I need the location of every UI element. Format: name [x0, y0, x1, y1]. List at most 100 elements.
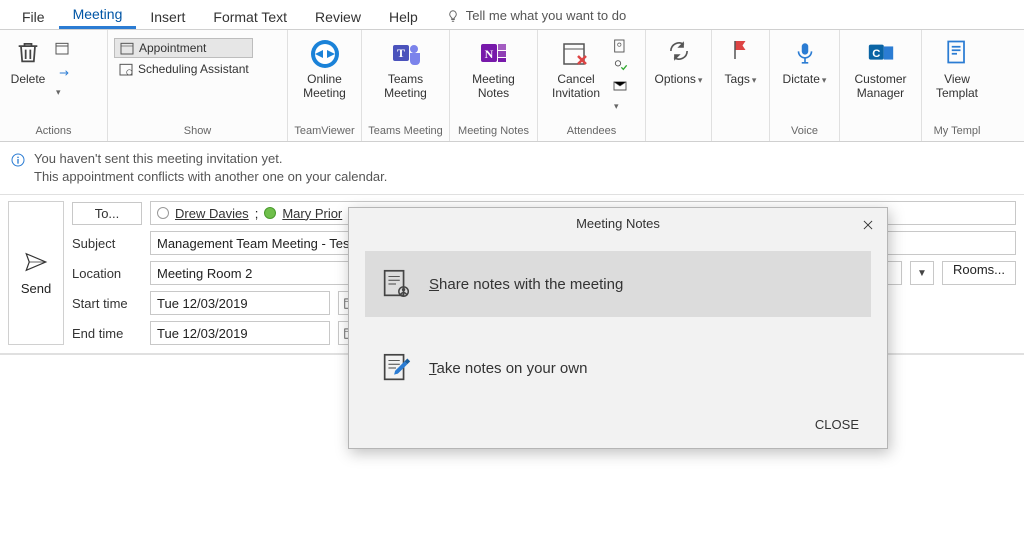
ribbon-tabstrip: File Meeting Insert Format Text Review H…: [0, 0, 1024, 30]
share-notes-label: Share notes with the meeting: [429, 276, 623, 293]
group-label-meeting-notes: Meeting Notes: [456, 123, 531, 141]
delete-button[interactable]: Delete: [6, 34, 50, 86]
group-label-teamviewer: TeamViewer: [294, 123, 355, 141]
meeting-notes-dialog: Meeting Notes Share notes with the meeti…: [348, 207, 888, 449]
delete-label: Delete: [11, 72, 46, 86]
tab-meeting[interactable]: Meeting: [59, 0, 137, 29]
customer-manager-label: Customer Manager: [854, 72, 906, 100]
group-label-tags: [718, 135, 763, 141]
response-options-icon[interactable]: ▾: [612, 78, 628, 94]
online-meeting-button[interactable]: Online Meeting: [294, 34, 355, 100]
location-label: Location: [72, 266, 142, 281]
end-time-label: End time: [72, 326, 142, 341]
view-templates-label: View Templat: [936, 72, 978, 100]
attendee-1[interactable]: Drew Davies: [175, 206, 249, 221]
customer-manager-button[interactable]: C Customer Manager: [846, 34, 915, 100]
teams-meeting-button[interactable]: T Teams Meeting: [368, 34, 443, 100]
trash-icon: [12, 38, 44, 70]
info-icon: [10, 152, 26, 168]
ribbon: Delete ▾ Actions Appointment: [0, 30, 1024, 142]
share-notes-icon: [379, 267, 413, 301]
forward-arrow-icon[interactable]: ▾: [54, 66, 70, 82]
recurrence-icon: [663, 38, 695, 70]
location-value: Meeting Room 2: [157, 266, 252, 281]
ribbon-group-teamviewer: Online Meeting TeamViewer: [288, 30, 362, 141]
tell-me-search[interactable]: Tell me what you want to do: [432, 2, 640, 29]
start-date-field[interactable]: Tue 12/03/2019: [150, 291, 330, 315]
address-book-icon[interactable]: [612, 38, 628, 54]
appointment-button[interactable]: Appointment: [114, 38, 253, 58]
scheduling-icon: [118, 61, 134, 77]
take-notes-option[interactable]: Take notes on your own: [365, 335, 871, 401]
appointment-label: Appointment: [139, 41, 206, 55]
ribbon-group-actions: Delete ▾ Actions: [0, 30, 108, 141]
group-label-show: Show: [114, 123, 281, 141]
group-label-options: [652, 135, 705, 141]
dialog-title: Meeting Notes: [576, 216, 660, 231]
to-button[interactable]: To...: [72, 202, 142, 225]
group-label-templates: My Templ: [928, 123, 986, 141]
group-label-customer: [846, 135, 915, 141]
tab-insert[interactable]: Insert: [136, 3, 199, 29]
teams-meeting-label: Teams Meeting: [384, 72, 427, 100]
location-dropdown[interactable]: ▼: [910, 261, 934, 285]
dictate-button[interactable]: Dictate▾: [776, 34, 833, 87]
outlook-customer-icon: C: [865, 38, 897, 70]
group-label-voice: Voice: [776, 123, 833, 141]
rooms-button[interactable]: Rooms...: [942, 261, 1016, 285]
ribbon-group-voice: Dictate▾ Voice: [770, 30, 840, 141]
cancel-invitation-icon: [560, 38, 592, 70]
ribbon-group-customer: C Customer Manager: [840, 30, 922, 141]
appointment-icon: [119, 40, 135, 56]
share-notes-option[interactable]: Share notes with the meeting: [365, 251, 871, 317]
info-bar: You haven't sent this meeting invitation…: [0, 142, 1024, 195]
svg-text:T: T: [396, 46, 404, 60]
flag-icon: [725, 38, 757, 70]
end-date-value: Tue 12/03/2019: [157, 326, 248, 341]
meeting-notes-label: Meeting Notes: [472, 72, 515, 100]
options-label: Options▾: [655, 72, 703, 87]
tab-review[interactable]: Review: [301, 3, 375, 29]
subject-label: Subject: [72, 236, 142, 251]
check-names-icon[interactable]: [612, 58, 628, 74]
cancel-invitation-label: Cancel Invitation: [552, 72, 600, 100]
dialog-close-button[interactable]: CLOSE: [799, 413, 875, 436]
tab-file[interactable]: File: [8, 3, 59, 29]
dictate-label: Dictate▾: [783, 72, 827, 87]
info-line-1: You haven't sent this meeting invitation…: [34, 150, 387, 168]
attendee-2[interactable]: Mary Prior: [282, 206, 342, 221]
scheduling-assistant-button[interactable]: Scheduling Assistant: [114, 60, 253, 78]
send-label: Send: [21, 281, 51, 296]
ribbon-group-attendees: Cancel Invitation ▾ Attendees: [538, 30, 646, 141]
presence-unknown-icon: [157, 207, 169, 219]
microphone-icon: [789, 38, 821, 70]
options-button[interactable]: Options▾: [652, 34, 705, 87]
tell-me-label: Tell me what you want to do: [466, 8, 626, 23]
scheduling-label: Scheduling Assistant: [138, 62, 249, 76]
meeting-notes-button[interactable]: N Meeting Notes: [456, 34, 531, 100]
lightbulb-icon: [446, 9, 460, 23]
tab-format-text[interactable]: Format Text: [199, 3, 301, 29]
start-time-label: Start time: [72, 296, 142, 311]
take-notes-label: Take notes on your own: [429, 360, 587, 377]
take-notes-icon: [379, 351, 413, 385]
start-date-value: Tue 12/03/2019: [157, 296, 248, 311]
template-icon: [941, 38, 973, 70]
send-button[interactable]: Send: [8, 201, 64, 345]
calendar-small-icon[interactable]: [54, 40, 70, 56]
tab-help[interactable]: Help: [375, 3, 432, 29]
end-date-field[interactable]: Tue 12/03/2019: [150, 321, 330, 345]
dialog-close-x[interactable]: [857, 214, 879, 236]
group-label-attendees: Attendees: [544, 123, 639, 141]
ribbon-group-meeting-notes: N Meeting Notes Meeting Notes: [450, 30, 538, 141]
view-templates-button[interactable]: View Templat: [928, 34, 986, 100]
teams-icon: T: [390, 38, 422, 70]
ribbon-group-templates: View Templat My Templ: [922, 30, 992, 141]
tags-button[interactable]: Tags▾: [718, 34, 763, 87]
cancel-invitation-button[interactable]: Cancel Invitation: [544, 34, 608, 100]
subject-value: Management Team Meeting - Testin: [157, 236, 363, 251]
svg-text:C: C: [872, 48, 880, 60]
onenote-icon: N: [478, 38, 510, 70]
group-label-teams: Teams Meeting: [368, 123, 443, 141]
ribbon-group-tags: Tags▾: [712, 30, 770, 141]
